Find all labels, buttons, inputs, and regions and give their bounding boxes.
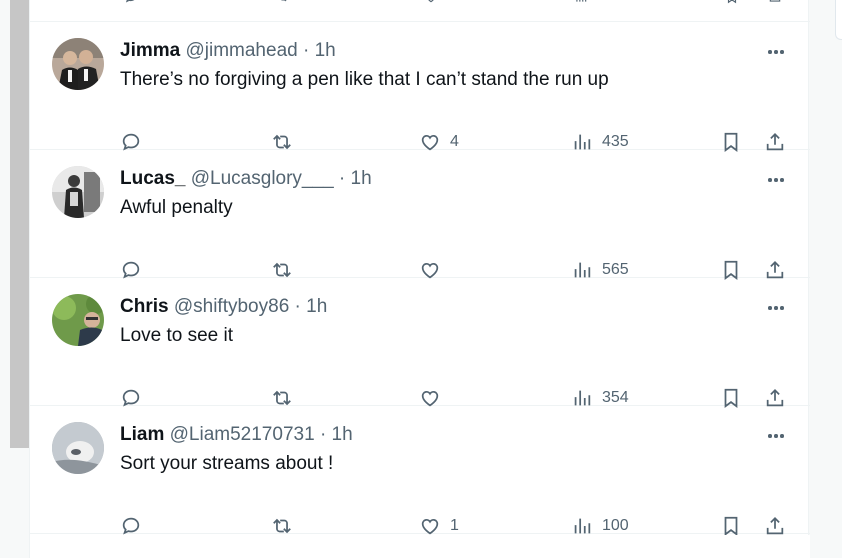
- author-name[interactable]: Liam: [120, 424, 164, 445]
- tweet-time[interactable]: 1h: [306, 296, 327, 317]
- more-icon[interactable]: [764, 296, 788, 320]
- tweet-time[interactable]: 1h: [315, 40, 336, 61]
- tweet-header: Lucas_ @Lucasglory___ · 1h: [120, 167, 372, 191]
- views-icon: [574, 518, 591, 534]
- author-handle[interactable]: @Liam52170731: [170, 424, 315, 445]
- reply-icon[interactable]: [122, 0, 140, 4]
- tweet[interactable]: Jimma @jimmahead · 1h There’s no forgivi…: [30, 22, 810, 152]
- tweet-header: Chris @shiftyboy86 · 1h: [120, 295, 327, 319]
- tweet-text: Sort your streams about !: [120, 453, 334, 474]
- like-count: 4: [450, 133, 459, 150]
- retweet-icon[interactable]: [274, 0, 292, 4]
- previous-tweet-actions: [30, 0, 810, 22]
- tweet-text: Love to see it: [120, 325, 234, 346]
- more-icon[interactable]: [764, 424, 788, 448]
- more-icon[interactable]: [764, 168, 788, 192]
- retweet-icon: [273, 518, 291, 534]
- avatar[interactable]: [52, 294, 104, 346]
- view-count: 435: [602, 133, 629, 150]
- page-scrollbar[interactable]: [10, 0, 29, 448]
- more-icon[interactable]: [764, 40, 788, 64]
- next-tweet-edge: [30, 535, 810, 558]
- author-name[interactable]: Chris: [120, 296, 169, 317]
- like-count: 1: [450, 517, 459, 534]
- like-icon[interactable]: [422, 0, 440, 4]
- tweet-header: Liam @Liam52170731 · 1h: [120, 423, 353, 447]
- tweet-time[interactable]: 1h: [332, 424, 353, 445]
- avatar[interactable]: [52, 422, 104, 474]
- tweet[interactable]: Lucas_ @Lucasglory___ · 1h Awful penalty…: [30, 150, 810, 280]
- views-icon[interactable]: [572, 0, 590, 4]
- author-name[interactable]: Jimma: [120, 40, 180, 61]
- share-icon[interactable]: [766, 0, 784, 4]
- avatar[interactable]: [52, 38, 104, 90]
- separator: ·: [294, 296, 301, 317]
- view-count: 100: [602, 517, 629, 534]
- author-handle[interactable]: @Lucasglory___: [191, 168, 334, 189]
- author-handle[interactable]: @shiftyboy86: [174, 296, 289, 317]
- tweet-header: Jimma @jimmahead · 1h: [120, 39, 336, 63]
- tweet[interactable]: Liam @Liam52170731 · 1h Sort your stream…: [30, 406, 810, 536]
- bookmark-icon: [724, 516, 738, 536]
- separator: ·: [319, 424, 327, 445]
- share-icon: [766, 516, 784, 535]
- like-icon: [421, 518, 439, 535]
- tweet-text: There’s no forgiving a pen like that I c…: [120, 69, 609, 90]
- timeline-feed: Jimma @jimmahead · 1h There’s no forgivi…: [29, 0, 810, 558]
- view-count: 565: [602, 261, 629, 278]
- sidebar-panel-edge: [835, 0, 842, 40]
- separator: ·: [302, 40, 310, 61]
- tweet-text: Awful penalty: [120, 197, 233, 218]
- reply-icon: [122, 517, 140, 535]
- author-name[interactable]: Lucas_: [120, 168, 185, 189]
- left-gutter: [10, 448, 29, 558]
- avatar[interactable]: [52, 166, 104, 218]
- view-count: 354: [602, 389, 629, 406]
- tweet[interactable]: Chris @shiftyboy86 · 1h Love to see it 3…: [30, 278, 810, 408]
- bookmark-icon[interactable]: [723, 0, 741, 4]
- tweet-time[interactable]: 1h: [351, 168, 372, 189]
- separator: ·: [338, 168, 346, 189]
- author-handle[interactable]: @jimmahead: [185, 40, 297, 61]
